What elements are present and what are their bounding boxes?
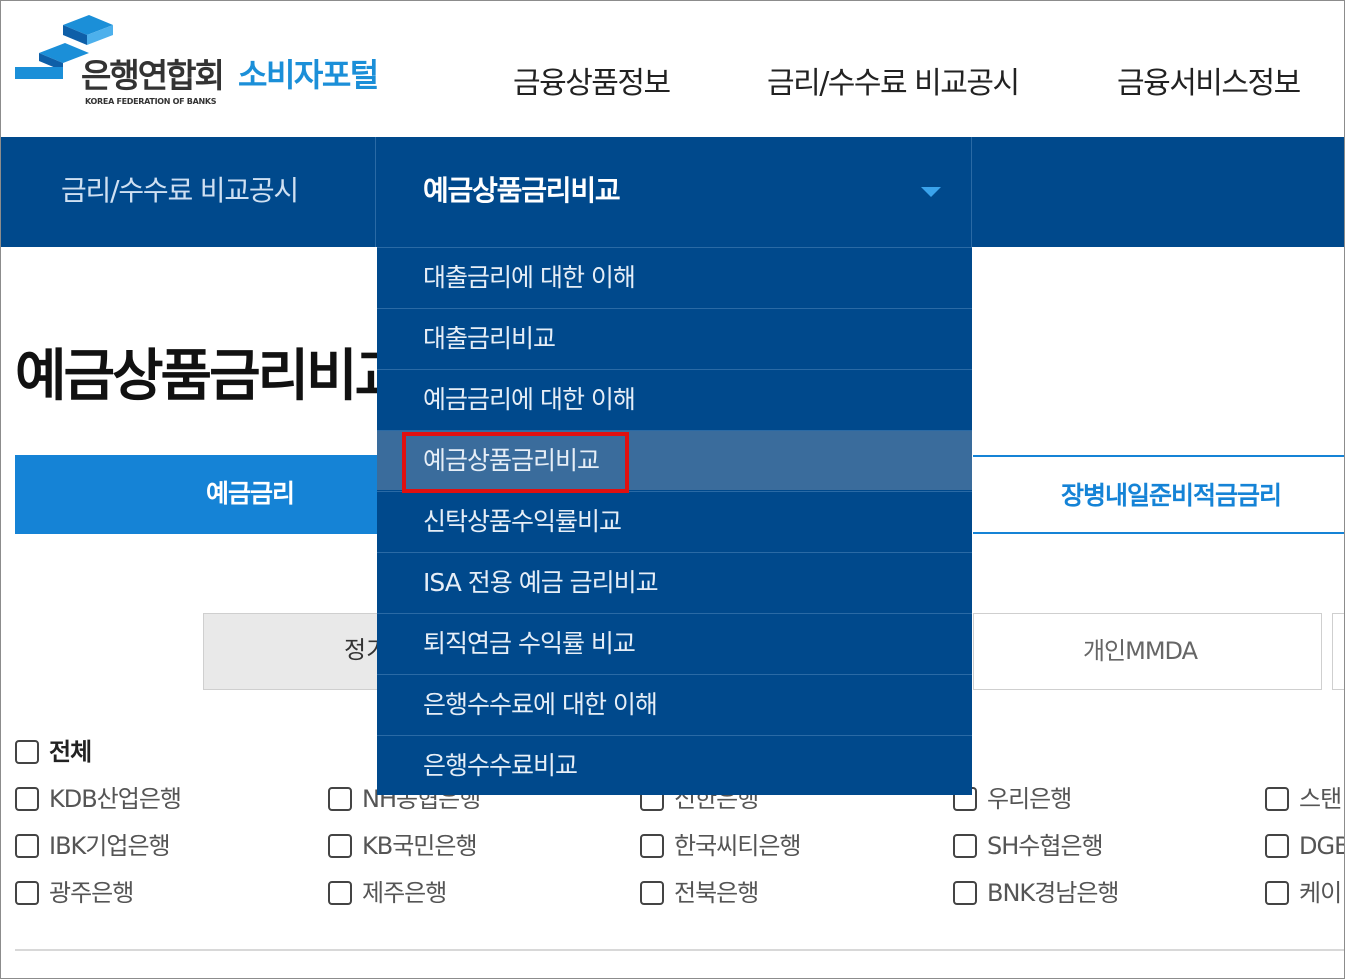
checkbox-bank[interactable]: DGB bbox=[1265, 832, 1345, 860]
checkbox-bank[interactable]: SH수협은행 bbox=[953, 832, 1104, 860]
checkbox-all-label: 전체 bbox=[49, 738, 92, 766]
checkbox-all[interactable]: 전체 bbox=[15, 738, 92, 766]
checkbox-label: KB국민은행 bbox=[362, 832, 478, 860]
menu-item-isa-deposit-rate-compare[interactable]: ISA 전용 예금 금리비교 bbox=[377, 552, 972, 612]
menu-item-loan-rate-guide[interactable]: 대출금리에 대한 이해 bbox=[377, 247, 972, 307]
checkbox-box[interactable] bbox=[328, 881, 352, 905]
gnb-financial-services[interactable]: 금융서비스정보 bbox=[1117, 69, 1301, 99]
gnb-rate-fee-comparison[interactable]: 금리/수수료 비교공시 bbox=[767, 69, 1020, 99]
checkbox-box[interactable] bbox=[1265, 787, 1289, 811]
checkbox-label: SH수협은행 bbox=[987, 832, 1104, 860]
site-logo[interactable]: 은행연합회 KOREA FEDERATION OF BANKS 소비자포털 bbox=[13, 15, 413, 115]
checkbox-bank[interactable]: BNK경남은행 bbox=[953, 879, 1119, 907]
checkbox-label: 광주은행 bbox=[49, 879, 134, 907]
checkbox-label: 케이 bbox=[1299, 879, 1342, 907]
checkbox-label: 우리은행 bbox=[987, 785, 1072, 813]
checkbox-all-box[interactable] bbox=[15, 740, 39, 764]
menu-item-label: 퇴직연금 수익률 비교 bbox=[423, 629, 636, 658]
subtab-fixed-deposit[interactable]: 정기 bbox=[203, 613, 403, 690]
subtab-next[interactable] bbox=[1332, 613, 1344, 690]
checkbox-box[interactable] bbox=[15, 881, 39, 905]
menu-item-loan-rate-compare[interactable]: 대출금리비교 bbox=[377, 308, 972, 368]
location-section-label: 금리/수수료 비교공시 bbox=[61, 174, 299, 207]
checkbox-bank[interactable]: 전북은행 bbox=[640, 879, 759, 907]
checkbox-label: BNK경남은행 bbox=[987, 879, 1119, 907]
divider bbox=[15, 949, 1344, 951]
checkbox-box[interactable] bbox=[328, 787, 352, 811]
menu-item-trust-yield-compare[interactable]: 신탁상품수익률비교 bbox=[377, 491, 972, 551]
caret-down-icon bbox=[921, 187, 941, 197]
checkbox-label: 전북은행 bbox=[674, 879, 759, 907]
portal-label: 소비자포털 bbox=[238, 56, 379, 94]
checkbox-bank[interactable]: KDB산업은행 bbox=[15, 785, 182, 813]
checkbox-box[interactable] bbox=[640, 881, 664, 905]
checkbox-bank[interactable]: 한국씨티은행 bbox=[640, 832, 801, 860]
menu-item-bank-fee-compare[interactable]: 은행수수료비교 bbox=[377, 735, 972, 795]
checkbox-box[interactable] bbox=[328, 834, 352, 858]
menu-item-label: 은행수수료에 대한 이해 bbox=[423, 690, 658, 719]
menu-item-pension-yield-compare[interactable]: 퇴직연금 수익률 비교 bbox=[377, 613, 972, 673]
checkbox-box[interactable] bbox=[15, 834, 39, 858]
checkbox-box[interactable] bbox=[1265, 881, 1289, 905]
checkbox-bank[interactable]: 스탠 bbox=[1265, 785, 1342, 813]
location-section-menu[interactable]: 금리/수수료 비교공시 bbox=[1, 137, 376, 247]
subtab-personal-mmda-label: 개인MMDA bbox=[1082, 637, 1198, 665]
checkbox-label: 제주은행 bbox=[362, 879, 447, 907]
browser-frame: 은행연합회 KOREA FEDERATION OF BANKS 소비자포털 금융… bbox=[0, 0, 1345, 979]
checkbox-label: 한국씨티은행 bbox=[674, 832, 801, 860]
tab-soldier-savings-label: 장병내일준비적금금리 bbox=[1061, 481, 1282, 510]
location-current-menu[interactable]: 예금상품금리비교 bbox=[376, 137, 972, 247]
menu-item-label: 대출금리비교 bbox=[423, 324, 556, 353]
checkbox-label: IBK기업은행 bbox=[49, 832, 171, 860]
menu-item-deposit-rate-guide[interactable]: 예금금리에 대한 이해 bbox=[377, 369, 972, 429]
checkbox-bank[interactable]: KB국민은행 bbox=[328, 832, 478, 860]
checkbox-bank[interactable]: 케이 bbox=[1265, 879, 1342, 907]
menu-item-bank-fee-guide[interactable]: 은행수수료에 대한 이해 bbox=[377, 674, 972, 734]
subtab-personal-mmda[interactable]: 개인MMDA bbox=[973, 613, 1322, 690]
gnb-financial-products[interactable]: 금융상품정보 bbox=[513, 69, 671, 99]
checkbox-box[interactable] bbox=[953, 881, 977, 905]
menu-item-label: 대출금리에 대한 이해 bbox=[423, 263, 636, 292]
page-title: 예금상품금리비교 bbox=[15, 344, 406, 409]
checkbox-bank[interactable]: 제주은행 bbox=[328, 879, 447, 907]
location-current-label: 예금상품금리비교 bbox=[423, 174, 621, 207]
checkbox-box[interactable] bbox=[15, 787, 39, 811]
location-bar: 금리/수수료 비교공시 예금상품금리비교 bbox=[1, 137, 1344, 247]
checkbox-bank[interactable]: 광주은행 bbox=[15, 879, 134, 907]
checkbox-label: KDB산업은행 bbox=[49, 785, 182, 813]
logo-korean-text: 은행연합회 bbox=[81, 56, 225, 95]
checkbox-label: 스탠 bbox=[1299, 785, 1342, 813]
checkbox-bank[interactable]: IBK기업은행 bbox=[15, 832, 171, 860]
highlight-annotation-box bbox=[402, 432, 629, 493]
menu-item-label: 은행수수료비교 bbox=[423, 751, 578, 780]
logo-english-text: KOREA FEDERATION OF BANKS bbox=[85, 97, 217, 106]
checkbox-label: DGB bbox=[1299, 832, 1345, 860]
checkbox-box[interactable] bbox=[953, 834, 977, 858]
submenu-dropdown: 대출금리에 대한 이해 대출금리비교 예금금리에 대한 이해 예금상품금리비교 … bbox=[377, 247, 972, 795]
checkbox-box[interactable] bbox=[640, 834, 664, 858]
menu-item-label: 신탁상품수익률비교 bbox=[423, 507, 622, 536]
menu-item-label: 예금금리에 대한 이해 bbox=[423, 385, 636, 414]
menu-item-label: ISA 전용 예금 금리비교 bbox=[423, 568, 659, 597]
checkbox-box[interactable] bbox=[1265, 834, 1289, 858]
tab-soldier-savings-rate[interactable]: 장병내일준비적금금리 bbox=[973, 455, 1344, 534]
